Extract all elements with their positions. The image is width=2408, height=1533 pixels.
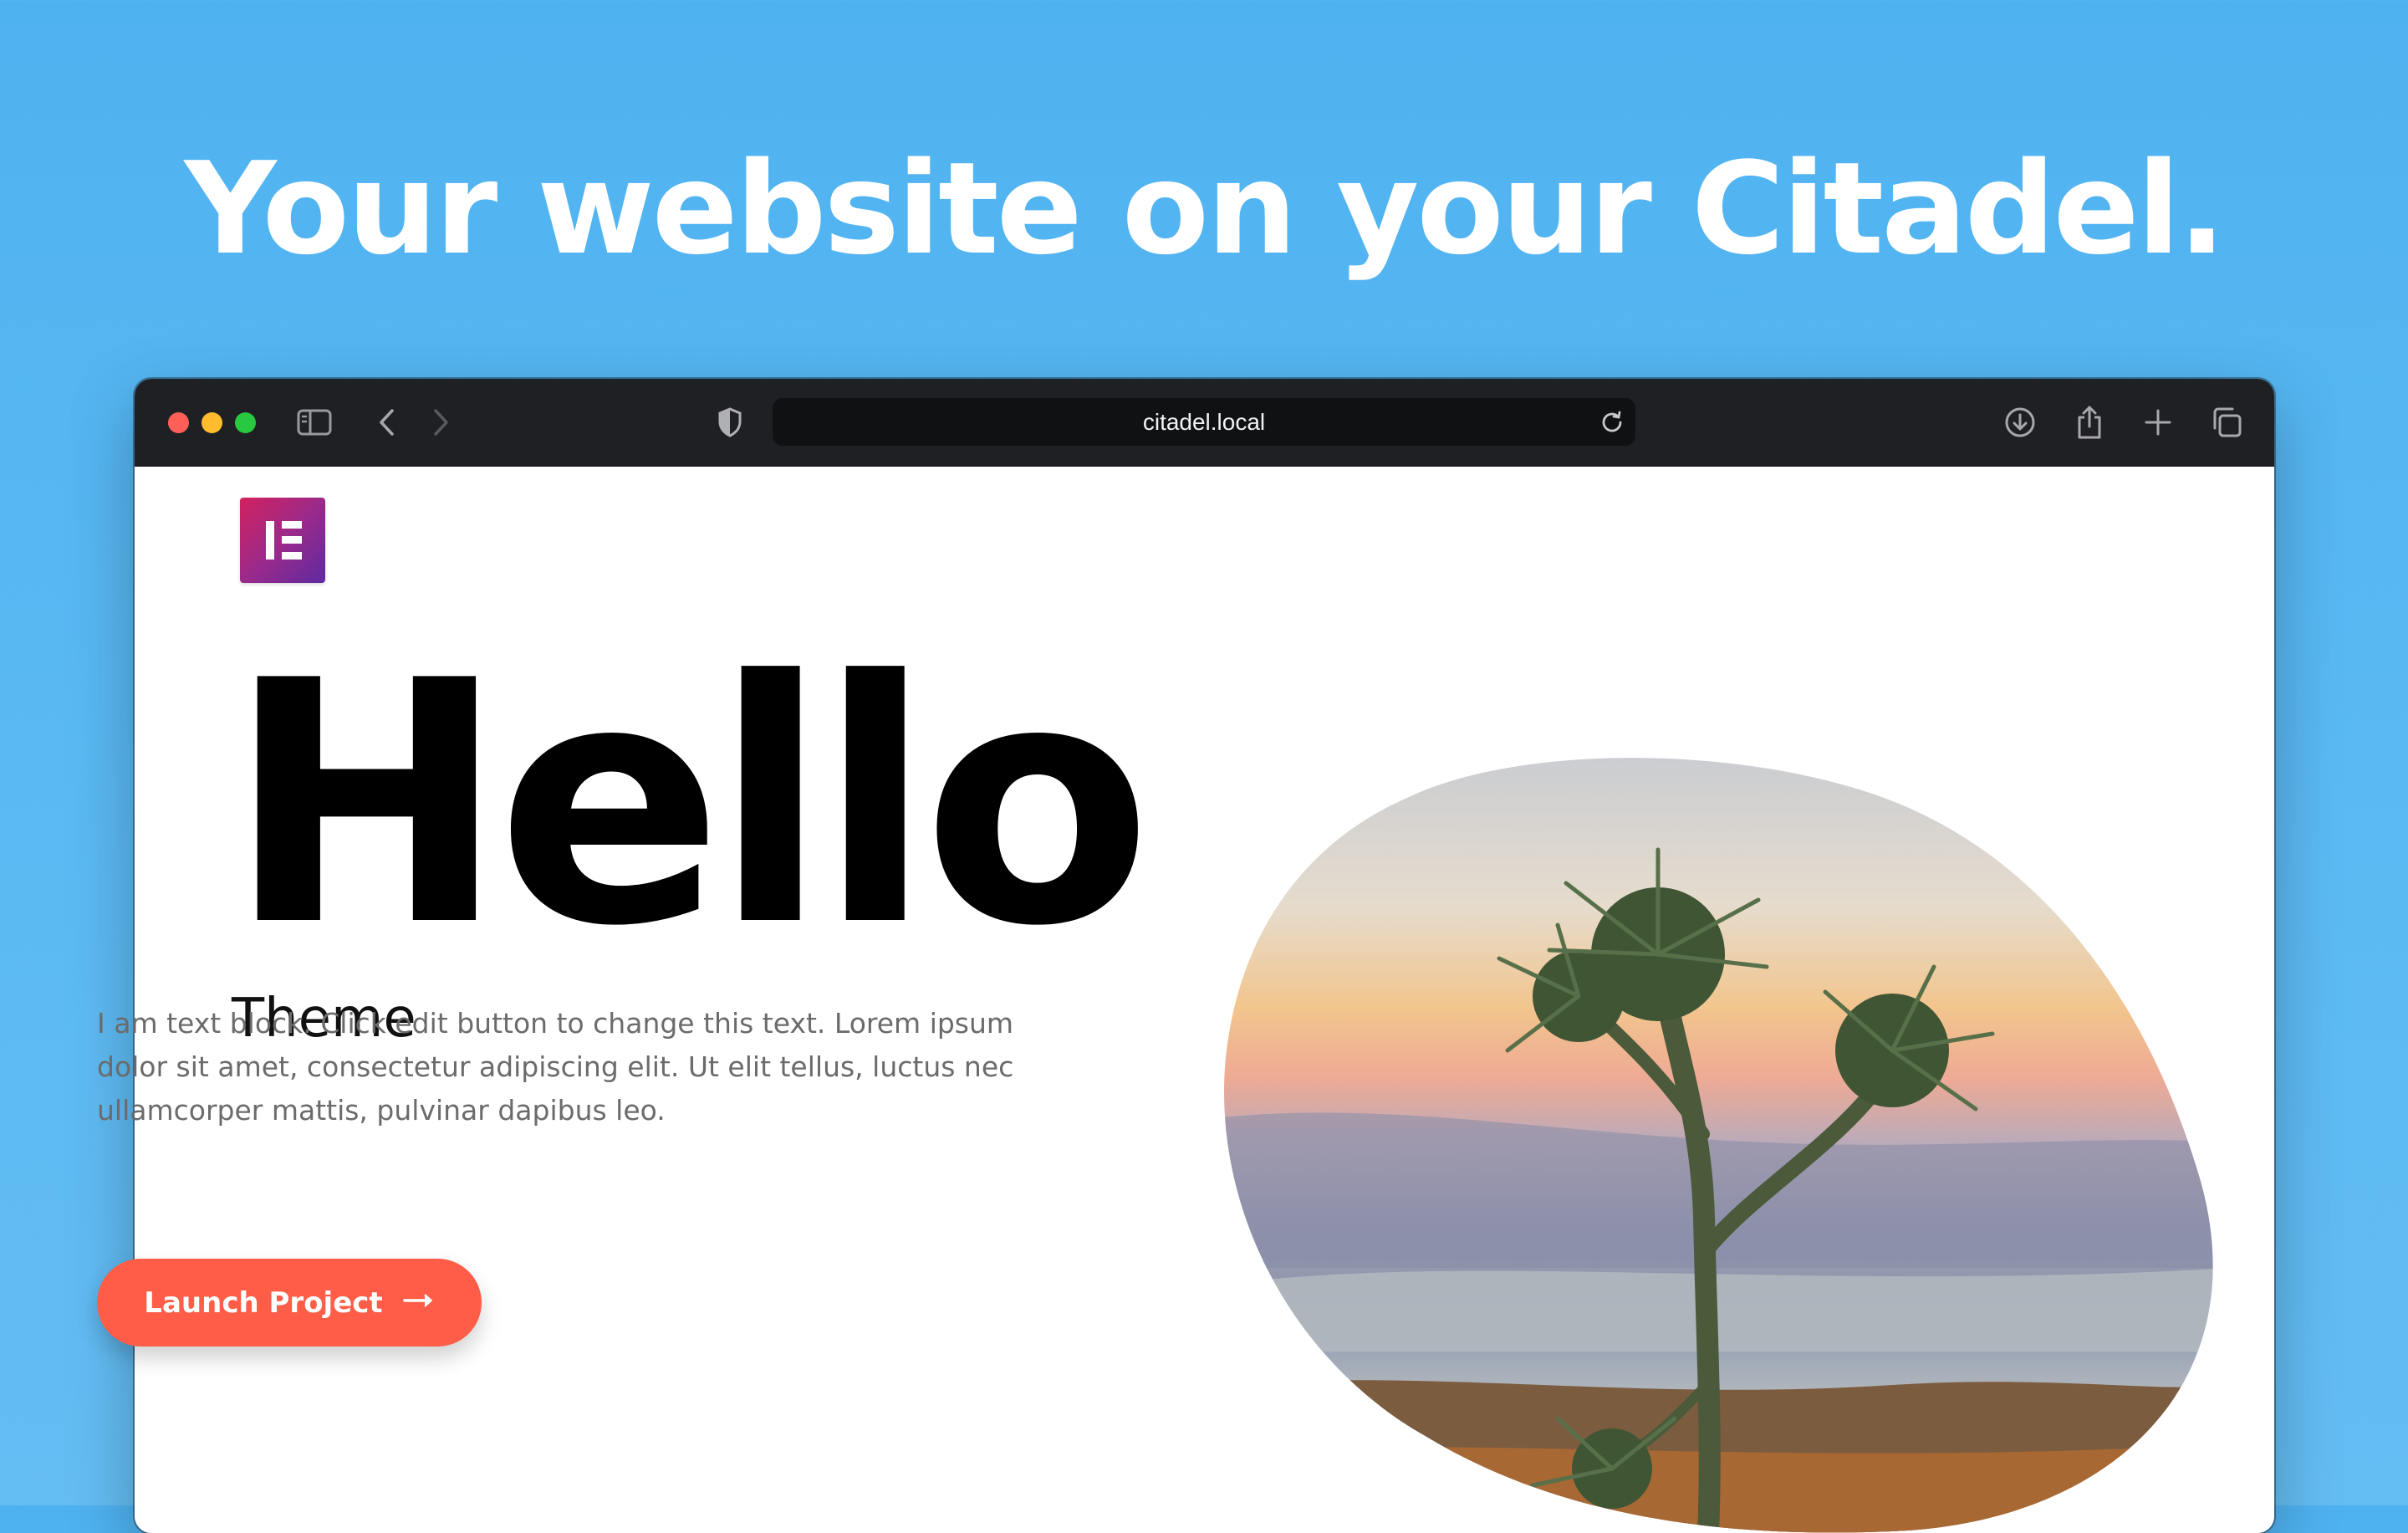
sidebar-icon[interactable] — [294, 402, 334, 442]
launch-project-button[interactable]: Launch Project — [97, 1259, 482, 1346]
arrow-right-icon — [402, 1293, 435, 1312]
reload-icon[interactable] — [1599, 408, 1625, 435]
tabs-overview-icon[interactable] — [2206, 402, 2247, 442]
shield-icon[interactable] — [710, 402, 750, 442]
share-icon[interactable] — [2069, 402, 2110, 442]
url-text[interactable]: citadel.local — [773, 398, 1635, 446]
launch-project-label: Launch Project — [144, 1285, 383, 1320]
headline: Your website on your Citadel. — [184, 135, 2227, 283]
new-tab-icon[interactable] — [2138, 402, 2178, 442]
body-text-block: I am text block. Click edit button to ch… — [97, 1007, 1014, 1127]
browser-toolbar: citadel.local — [135, 379, 2274, 468]
web-page: Hello Theme — [135, 467, 2274, 1533]
zoom-window-button[interactable] — [235, 412, 256, 433]
close-window-button[interactable] — [168, 412, 189, 433]
back-icon[interactable] — [367, 402, 407, 442]
address-bar[interactable]: citadel.local — [773, 398, 1635, 446]
hero-image — [1224, 758, 2213, 1533]
forward-icon[interactable] — [421, 402, 461, 442]
download-icon[interactable] — [2000, 402, 2040, 442]
browser-window: citadel.local Hello Theme — [135, 379, 2274, 1533]
elementor-logo-icon[interactable] — [240, 498, 325, 583]
hero-title: Hello — [227, 611, 1152, 999]
minimize-window-button[interactable] — [202, 412, 222, 433]
